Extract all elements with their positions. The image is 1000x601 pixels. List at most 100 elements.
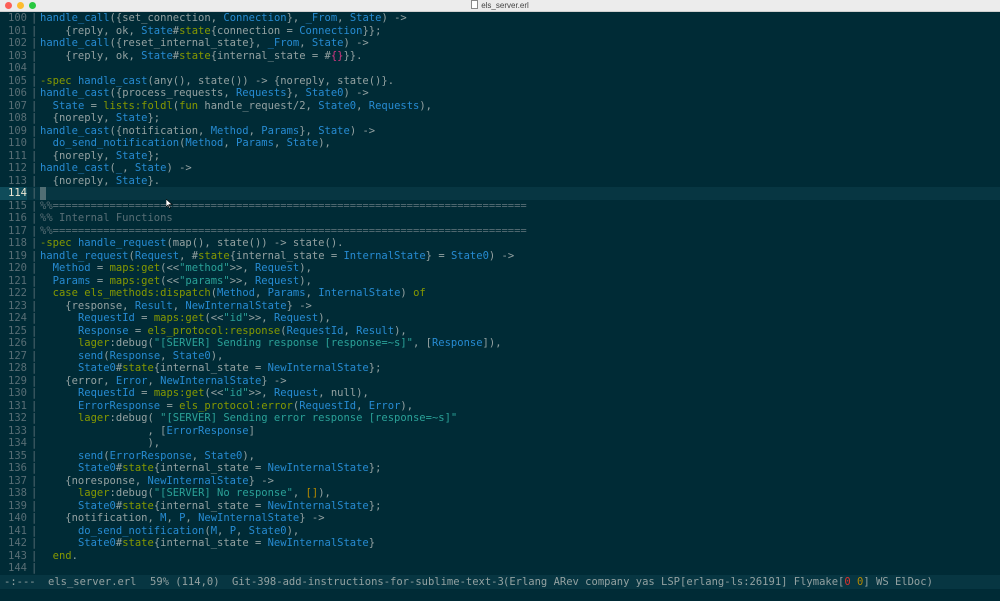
code-token: .	[71, 549, 78, 562]
code-line[interactable]: 124 | RequestId = maps:get(<<"id">>, Requ…	[0, 312, 1000, 325]
modeline-vcs-branch[interactable]: Git-398-add-instructions-for-sublime-tex…	[232, 575, 504, 589]
line-number: 102	[8, 37, 27, 49]
code-token: (<<	[204, 387, 224, 399]
code-token: ,	[248, 124, 262, 137]
code-text: -spec handle_request(map(), state()) -> …	[40, 237, 343, 250]
code-token: {noreply,	[40, 112, 116, 124]
code-token: "id"	[223, 312, 249, 324]
code-text: State0#state{internal_state = NewInterna…	[40, 500, 381, 513]
code-token: Params	[261, 124, 300, 137]
code-token: maps:get	[109, 262, 161, 274]
code-text: Params = maps:get(<<"params">>, Request)…	[40, 275, 312, 288]
code-line[interactable]: 142 | State0#state{internal_state = NewIn…	[0, 537, 1000, 550]
code-line[interactable]: 120 | Method = maps:get(<<"method">>, Req…	[0, 262, 1000, 275]
code-line[interactable]: 135 | send(ErrorResponse, State0),	[0, 450, 1000, 463]
code-line[interactable]: 140 | {notification, M, P, NewInternalSta…	[0, 512, 1000, 525]
code-line[interactable]: 100 | handle_call({set_connection, Connect…	[0, 12, 1000, 25]
gutter-separator: |	[31, 562, 38, 574]
line-number: 112	[8, 162, 27, 174]
code-token: "[SERVER] No response"	[153, 487, 293, 499]
code-line[interactable]: 113 | {noreply, State}.	[0, 175, 1000, 188]
code-token: ) ->	[488, 249, 515, 262]
code-line[interactable]: 102 | handle_call({reset_internal_state}, …	[0, 37, 1000, 50]
code-line[interactable]: 132 | lager:debug( "[SERVER] Sending erro…	[0, 412, 1000, 425]
flymake-error-count[interactable]: 0	[844, 576, 850, 588]
code-line[interactable]: 128 | State0#state{internal_state = NewIn…	[0, 362, 1000, 375]
code-token: ErrorResponse	[109, 449, 192, 462]
code-token: state	[179, 49, 211, 62]
code-line[interactable]: 144 |	[0, 562, 1000, 575]
code-token: , null),	[318, 387, 369, 399]
code-line[interactable]: 139 | State0#state{internal_state = NewIn…	[0, 500, 1000, 513]
code-token: case	[52, 287, 78, 299]
code-line[interactable]: 134 | ),	[0, 437, 1000, 450]
gutter-separator: |	[31, 137, 38, 149]
code-line[interactable]: 116 |%% Internal Functions	[0, 212, 1000, 225]
code-text: handle_request(Request, #state{internal_…	[40, 250, 514, 263]
code-line[interactable]: 123 | {response, Result, NewInternalState…	[0, 300, 1000, 313]
code-text: %%======================================…	[40, 225, 527, 238]
file-icon	[471, 0, 479, 9]
code-editor[interactable]: 100 | handle_call({set_connection, Connect…	[0, 12, 1000, 575]
code-token: ,	[210, 12, 224, 24]
code-line[interactable]: 127 | send(Response, State0),	[0, 350, 1000, 363]
code-token: ({	[109, 12, 123, 24]
code-line[interactable]: 115 | %%==================================…	[0, 200, 1000, 213]
code-line[interactable]: 112 | handle_cast(_, State) ->	[0, 162, 1000, 175]
code-token: %%======================================…	[40, 224, 527, 237]
code-line[interactable]: 143 | end.	[0, 550, 1000, 563]
code-line[interactable]: 114 |	[0, 187, 1000, 200]
code-token: _From	[267, 37, 300, 49]
gutter-separator: |	[31, 312, 38, 324]
modeline-buffer-name[interactable]: els_server.erl	[48, 575, 137, 589]
code-line[interactable]: 108 | {noreply, State};	[0, 112, 1000, 125]
code-token: {noresponse,	[40, 474, 148, 487]
line-number: 133	[8, 424, 27, 437]
code-token: ,	[292, 487, 306, 499]
code-line[interactable]: 130 | RequestId = maps:get(<<"id">>, Requ…	[0, 387, 1000, 400]
gutter-separator: |	[31, 274, 38, 287]
code-line[interactable]: 136 | State0#state{internal_state = NewIn…	[0, 462, 1000, 475]
code-line[interactable]: 119 | handle_request(Request, #state{inter…	[0, 250, 1000, 263]
code-line[interactable]: 129 | {error, Error, NewInternalState} ->	[0, 375, 1000, 388]
code-token: , [	[40, 424, 167, 437]
code-token: ) ->	[349, 124, 376, 137]
code-token: State	[311, 37, 344, 49]
code-line[interactable]: 141 | do_send_notification(M, P, State0),	[0, 525, 1000, 538]
code-line[interactable]: 137 | {noresponse, NewInternalState} ->	[0, 475, 1000, 488]
code-token: ),	[286, 524, 300, 537]
code-token: "method"	[179, 262, 230, 274]
gutter-separator: |	[31, 37, 38, 49]
code-line[interactable]: 125 | Response = els_protocol:response(Re…	[0, 325, 1000, 338]
code-line[interactable]: 138 | lager:debug("[SERVER] No response",…	[0, 487, 1000, 500]
code-line[interactable]: 131 | ErrorResponse = els_protocol:error(…	[0, 400, 1000, 413]
emacs-window: els_server.erl 100 | handle_call({set_conn…	[0, 0, 1000, 601]
code-line[interactable]: 117 | %%==================================…	[0, 225, 1000, 238]
gutter-separator: |	[31, 287, 38, 299]
code-line[interactable]: 121 | Params = maps:get(<<"params">>, Req…	[0, 275, 1000, 288]
code-line[interactable]: 109 | handle_cast({notification, Method, P…	[0, 125, 1000, 138]
code-line[interactable]: 104 |	[0, 62, 1000, 75]
minibuffer[interactable]	[0, 589, 1000, 601]
code-line[interactable]: 101 | {reply, ok, State#state{connection …	[0, 25, 1000, 38]
code-line[interactable]: 118 | -spec handle_request(map(), state())…	[0, 237, 1000, 250]
code-line[interactable]: 126 | lager:debug("[SERVER] Sending respo…	[0, 337, 1000, 350]
code-line[interactable]: 107 | State = lists:foldl(fun handle_requ…	[0, 100, 1000, 113]
code-token: {error,	[40, 374, 116, 387]
code-token: ,	[122, 162, 135, 174]
gutter-separator: |	[31, 62, 38, 74]
code-token: State	[115, 112, 148, 124]
modeline-minor-modes[interactable]: (Erlang ARev company yas LSP[erlang-ls:2…	[503, 575, 933, 589]
code-line[interactable]: 106 | handle_cast({process_requests, Reque…	[0, 87, 1000, 100]
code-line[interactable]: 122 | case els_methods:dispatch(Method, P…	[0, 287, 1000, 300]
code-token: handle_call	[40, 12, 110, 24]
code-line[interactable]: 110 | do_send_notification(Method, Params…	[0, 137, 1000, 150]
code-token: :debug(	[109, 337, 154, 349]
code-line[interactable]: 103 | {reply, ok, State#state{internal_st…	[0, 50, 1000, 63]
code-line[interactable]: 105 | -spec handle_cast(any(), state()) ->…	[0, 75, 1000, 88]
code-line[interactable]: 111 | {noreply, State};	[0, 150, 1000, 163]
code-line[interactable]: 133 | , [ErrorResponse]	[0, 425, 1000, 438]
code-text: case els_methods:dispatch(Method, Params…	[40, 287, 426, 300]
